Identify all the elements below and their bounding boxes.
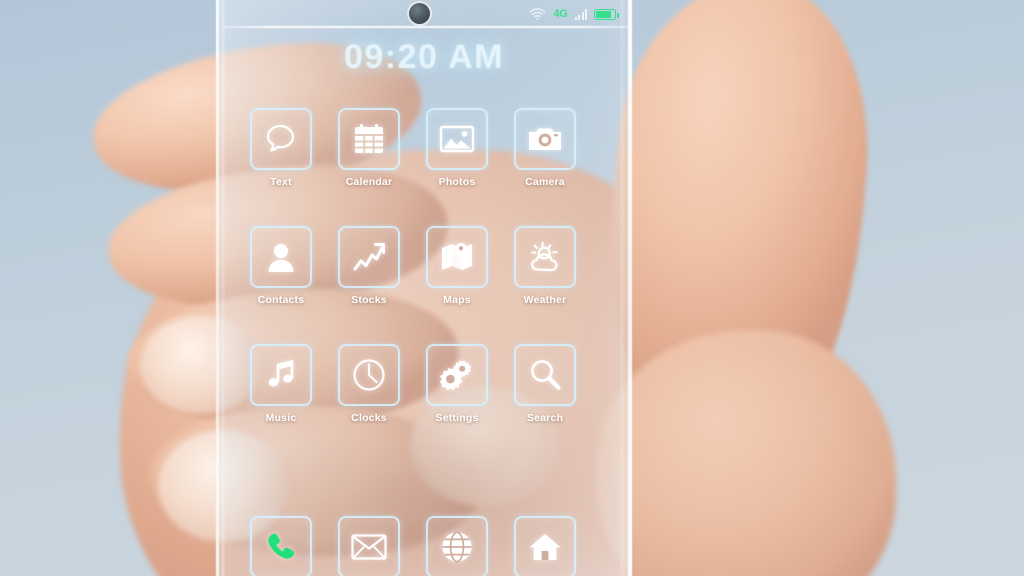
photo-image-icon [439, 124, 475, 154]
app-row-3: Music Clocks Settings Search [250, 344, 600, 424]
wifi-icon [529, 8, 546, 20]
phone-edge-left-inner [222, 0, 224, 576]
app-camera[interactable]: Camera [514, 108, 576, 188]
app-search[interactable]: Search [514, 344, 576, 424]
app-tile[interactable] [514, 226, 576, 288]
envelope-icon [351, 534, 387, 560]
app-tile[interactable] [338, 226, 400, 288]
app-tile[interactable] [426, 226, 488, 288]
person-icon [265, 241, 297, 273]
app-tile[interactable] [514, 344, 576, 406]
app-label: Calendar [345, 176, 393, 188]
calendar-icon [352, 122, 386, 156]
app-maps[interactable]: Maps [426, 226, 488, 306]
app-clocks[interactable]: Clocks [338, 344, 400, 424]
app-label: Photos [438, 176, 476, 188]
app-label: Text [270, 176, 292, 188]
app-label: Contacts [257, 294, 305, 306]
trending-up-arrow-icon [352, 241, 386, 273]
app-calendar[interactable]: Calendar [338, 108, 400, 188]
dock-item-browser[interactable] [426, 516, 488, 576]
gears-icon [439, 358, 475, 392]
phone-edge-left [216, 0, 219, 576]
house-icon [528, 532, 562, 562]
signal-bars-icon [574, 8, 587, 20]
app-music[interactable]: Music [250, 344, 312, 424]
app-label: Clocks [351, 412, 387, 424]
app-label: Weather [523, 294, 567, 306]
app-row-2: Contacts Stocks Maps Weather [250, 226, 600, 306]
status-divider [222, 26, 628, 28]
battery-icon [594, 8, 619, 20]
app-tile[interactable] [514, 108, 576, 170]
status-bar: 4G [236, 4, 626, 24]
network-type-label: 4G [553, 8, 568, 20]
phone-handset-icon [265, 531, 297, 563]
app-tile[interactable] [250, 516, 312, 576]
phone-edge-right-inner [621, 0, 623, 576]
dock-item-home[interactable] [514, 516, 576, 576]
app-tile[interactable] [338, 108, 400, 170]
app-label: Camera [525, 176, 565, 188]
app-tile[interactable] [338, 344, 400, 406]
dock-item-mail[interactable] [338, 516, 400, 576]
app-label: Settings [435, 412, 479, 424]
app-tile[interactable] [426, 108, 488, 170]
app-weather[interactable]: Weather [514, 226, 576, 306]
thumb-lower [596, 330, 896, 576]
magnifier-icon [528, 358, 562, 392]
app-grid: Text Calendar Photos Camera Contacts Sto… [250, 108, 600, 462]
app-tile[interactable] [250, 108, 312, 170]
screenshot-root: 4G 09:20 AM Text Calendar Photos Camera … [0, 0, 1024, 576]
app-label: Music [265, 412, 297, 424]
dock-item-phone[interactable] [250, 516, 312, 576]
app-tile[interactable] [338, 516, 400, 576]
app-tile[interactable] [426, 516, 488, 576]
folded-map-pin-icon [440, 241, 474, 273]
app-tile[interactable] [426, 344, 488, 406]
app-text[interactable]: Text [250, 108, 312, 188]
clock-time: 09:20 AM [343, 38, 505, 76]
music-note-icon [265, 359, 297, 391]
dock [250, 516, 600, 576]
app-row-1: Text Calendar Photos Camera [250, 108, 600, 188]
app-contacts[interactable]: Contacts [250, 226, 312, 306]
app-photos[interactable]: Photos [426, 108, 488, 188]
app-label: Search [526, 412, 564, 424]
phone-edge-right [628, 0, 632, 576]
camera-icon [527, 125, 563, 153]
globe-icon [441, 531, 473, 563]
app-stocks[interactable]: Stocks [338, 226, 400, 306]
speech-bubble-icon [264, 123, 298, 155]
app-tile[interactable] [514, 516, 576, 576]
sun-cloud-icon [527, 241, 563, 273]
app-tile[interactable] [250, 226, 312, 288]
app-settings[interactable]: Settings [426, 344, 488, 424]
clock-face-icon [352, 358, 386, 392]
app-tile[interactable] [250, 344, 312, 406]
app-label: Maps [443, 294, 471, 306]
app-label: Stocks [351, 294, 387, 306]
